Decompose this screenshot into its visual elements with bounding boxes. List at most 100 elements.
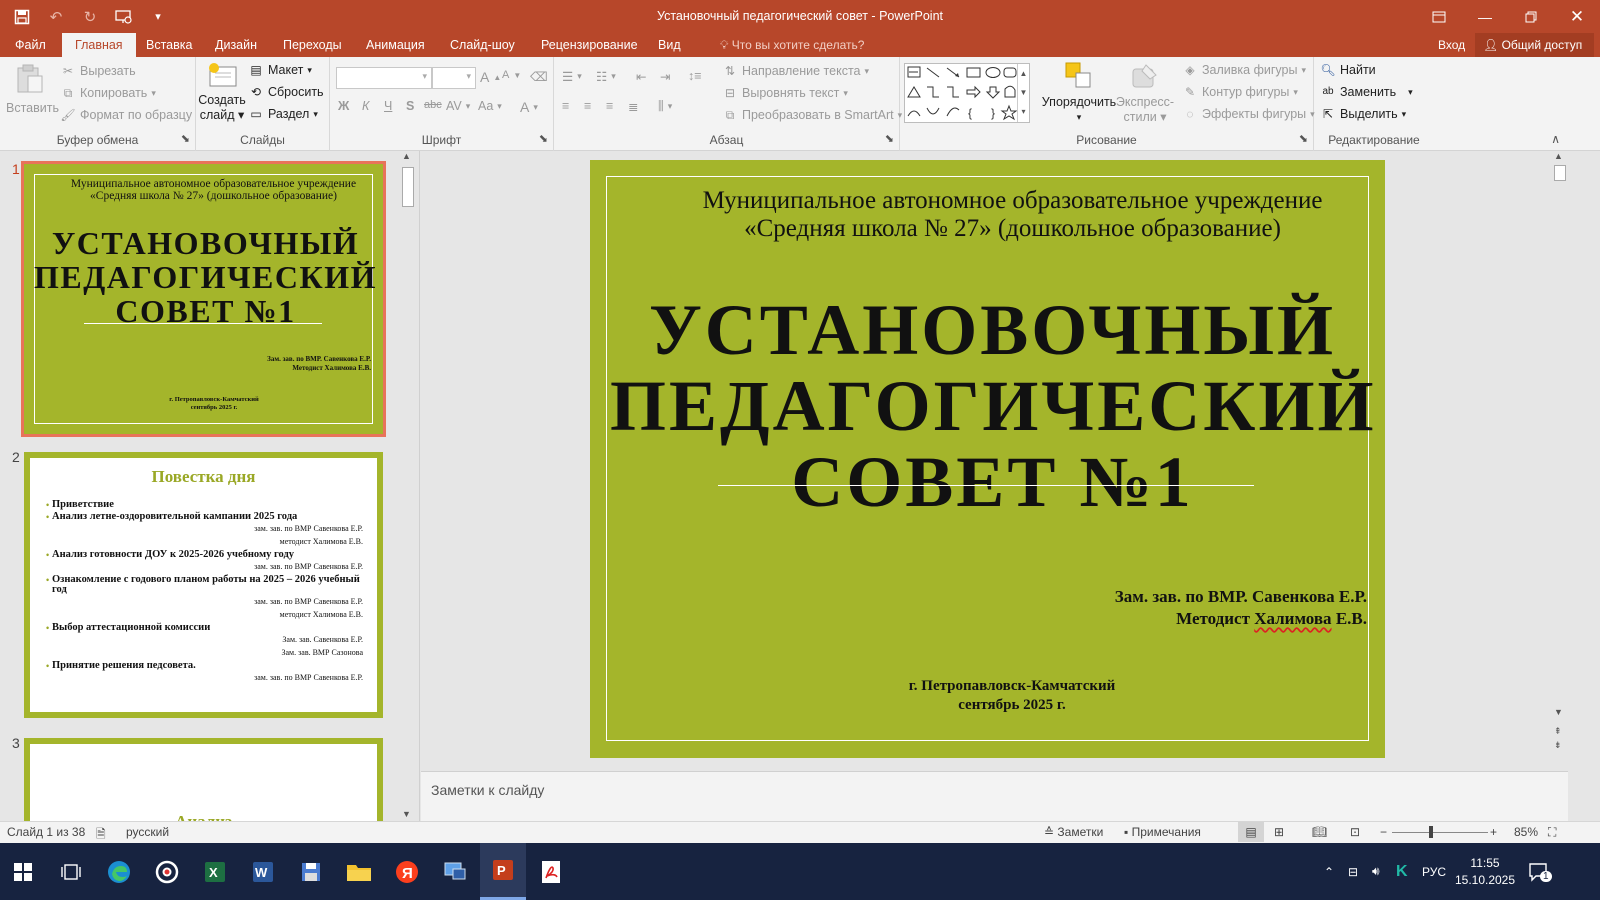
language-indicator[interactable]: русский xyxy=(126,825,169,839)
scroll-down-icon[interactable]: ▼ xyxy=(402,809,411,819)
edge-browser-icon[interactable] xyxy=(96,843,142,900)
section-button[interactable]: ▭ Раздел ▾ xyxy=(248,106,318,122)
reading-view-icon[interactable]: 📖︎ xyxy=(1312,825,1327,839)
task-view-icon[interactable] xyxy=(48,843,94,900)
current-slide[interactable]: Муниципальное автономное образовательное… xyxy=(590,160,1385,758)
zoom-slider-thumb[interactable] xyxy=(1429,826,1433,838)
tab-design[interactable]: Дизайн xyxy=(215,33,257,57)
scroll-down-icon[interactable]: ▼ xyxy=(1554,707,1563,717)
dialog-launcher-icon[interactable]: ⬊ xyxy=(181,132,190,145)
slide-sorter-icon[interactable]: ⊞ xyxy=(1274,825,1284,839)
smartart-button[interactable]: ⧉ Преобразовать в SmartArt ▾ xyxy=(722,107,902,123)
cut-button[interactable]: ✂ Вырезать xyxy=(60,63,136,79)
line-spacing-icon[interactable]: ↕≡ xyxy=(688,69,702,83)
notes-pane[interactable]: Заметки к слайду xyxy=(421,771,1568,821)
editor-scrollbar[interactable]: ▲ ▼ ⇞ ⇟ xyxy=(1551,151,1568,771)
justify-icon[interactable]: ≣ xyxy=(628,99,638,114)
text-shadow-button[interactable]: S xyxy=(406,99,414,113)
minimize-icon[interactable]: — xyxy=(1462,0,1508,33)
sign-in-link[interactable]: Вход xyxy=(1438,33,1465,57)
bold-button[interactable]: Ж xyxy=(338,99,349,113)
network-icon[interactable]: ⊟ xyxy=(1348,843,1358,900)
file-explorer-icon[interactable] xyxy=(336,843,382,900)
shrink-font-button[interactable]: A ▼ xyxy=(502,69,521,81)
next-slide-icon[interactable]: ⇟ xyxy=(1554,739,1562,751)
fit-to-window-icon[interactable]: ⛶ xyxy=(1548,825,1556,840)
align-text-button[interactable]: ⊟ Выровнять текст ▾ xyxy=(722,85,848,101)
clock[interactable]: 11:55 15.10.2025 xyxy=(1455,843,1515,900)
new-slide-button[interactable]: Создать слайд ▾ xyxy=(198,61,246,123)
format-painter-button[interactable]: 🖌︎ Формат по образцу xyxy=(60,107,192,123)
notifications-icon[interactable]: 1 xyxy=(1528,843,1552,900)
increase-indent-icon[interactable]: ⇥ xyxy=(660,69,670,84)
tray-overflow-icon[interactable]: ⌃ xyxy=(1324,843,1334,900)
font-color-button[interactable]: A ▾ xyxy=(520,99,538,115)
input-language[interactable]: РУС xyxy=(1422,843,1446,900)
remote-desktop-icon[interactable] xyxy=(432,843,478,900)
powerpoint-taskbar-icon[interactable]: P xyxy=(480,843,526,900)
shape-fill-button[interactable]: ◈ Заливка фигуры ▾ xyxy=(1182,62,1306,78)
customize-qat-icon[interactable]: ▾ xyxy=(144,4,172,30)
dialog-launcher-icon[interactable]: ⬊ xyxy=(539,132,548,145)
dialog-launcher-icon[interactable]: ⬊ xyxy=(1299,132,1308,145)
yandex-browser-icon[interactable]: Я xyxy=(384,843,430,900)
decrease-indent-icon[interactable]: ⇤ xyxy=(636,69,646,84)
share-button[interactable]: 👤︎ Общий доступ xyxy=(1475,33,1595,57)
chrome-like-browser-icon[interactable] xyxy=(144,843,190,900)
notes-toggle-button[interactable]: ≙ Заметки xyxy=(1044,825,1103,839)
prev-slide-icon[interactable]: ⇞ xyxy=(1554,725,1562,737)
tab-insert[interactable]: Вставка xyxy=(146,33,192,57)
scroll-thumb[interactable] xyxy=(402,167,414,207)
tab-file[interactable]: Файл xyxy=(15,33,46,57)
replace-button[interactable]: ab Заменить ▾ xyxy=(1320,84,1412,100)
copy-button[interactable]: ⧉ Копировать ▾ xyxy=(60,85,156,101)
thumbnails-scrollbar[interactable]: ▲ ▼ xyxy=(399,151,416,821)
slide-org-text[interactable]: Муниципальное автономное образовательное… xyxy=(650,187,1375,243)
change-case-button[interactable]: Aa ▾ xyxy=(478,99,502,113)
kaspersky-icon[interactable]: K xyxy=(1396,843,1408,900)
volume-icon[interactable]: 🔊︎ xyxy=(1372,843,1380,900)
slideshow-from-start-icon[interactable] xyxy=(110,4,138,30)
collapse-ribbon-icon[interactable]: ∧ xyxy=(1551,132,1560,146)
grow-font-button[interactable]: A ▲ xyxy=(480,69,501,85)
dialog-launcher-icon[interactable]: ⬊ xyxy=(885,132,894,145)
close-icon[interactable]: ✕ xyxy=(1554,0,1600,33)
floppy-app-icon[interactable] xyxy=(288,843,334,900)
thumbnail-slide-1[interactable]: Муниципальное автономное образовательное… xyxy=(21,161,386,437)
undo-icon[interactable]: ↶ xyxy=(42,4,70,30)
zoom-out-icon[interactable]: − xyxy=(1380,825,1387,839)
arrange-button[interactable]: Упорядочить ▾ xyxy=(1038,61,1120,125)
restore-icon[interactable] xyxy=(1508,0,1554,33)
slide-authors[interactable]: Зам. зав. по ВМР. Савенкова Е.Р. Методис… xyxy=(1115,586,1367,630)
windows-start-icon[interactable] xyxy=(0,843,46,900)
word-icon[interactable]: W xyxy=(240,843,286,900)
tab-review[interactable]: Рецензирование xyxy=(541,33,638,57)
tab-animations[interactable]: Анимация xyxy=(366,33,425,57)
scroll-up-icon[interactable]: ▲ xyxy=(402,151,411,161)
columns-icon[interactable]: ⫼ ▾ xyxy=(658,99,672,114)
zoom-level[interactable]: 85% xyxy=(1514,825,1538,839)
tab-view[interactable]: Вид xyxy=(658,33,681,57)
tab-home[interactable]: Главная xyxy=(62,33,136,57)
align-center-icon[interactable]: ≡ xyxy=(584,99,591,113)
slide-place[interactable]: г. Петропавловск-Камчатский сентябрь 202… xyxy=(830,677,1194,715)
zoom-in-icon[interactable]: + xyxy=(1490,825,1497,839)
tell-me-search[interactable]: 💡︎ Что вы хотите сделать? xyxy=(720,33,864,57)
save-icon[interactable] xyxy=(8,4,36,30)
text-direction-button[interactable]: ⇅ Направление текста ▾ xyxy=(722,63,869,79)
excel-icon[interactable]: X xyxy=(192,843,238,900)
strikethrough-button[interactable]: abc xyxy=(424,99,442,111)
layout-button[interactable]: ▤ Макет ▾ xyxy=(248,62,312,78)
comments-button[interactable]: ▪ Примечания xyxy=(1124,825,1201,839)
pdf-reader-icon[interactable] xyxy=(528,843,574,900)
shapes-gallery[interactable]: { } ▲ ▼ ▾ xyxy=(904,63,1030,123)
shape-effects-button[interactable]: ◌ Эффекты фигуры ▾ xyxy=(1182,106,1314,122)
reset-button[interactable]: ⟲ Сбросить xyxy=(248,84,324,100)
redo-icon[interactable]: ↻ xyxy=(76,4,104,30)
ribbon-display-options-icon[interactable] xyxy=(1416,0,1462,33)
font-family-field[interactable]: ▾ xyxy=(336,67,432,89)
bullets-button[interactable]: ☰ ▾ xyxy=(562,69,582,84)
paste-button[interactable]: Вставить xyxy=(6,63,59,116)
tab-slideshow[interactable]: Слайд-шоу xyxy=(450,33,515,57)
thumbnail-slide-3[interactable]: Анализ xyxy=(24,738,383,821)
